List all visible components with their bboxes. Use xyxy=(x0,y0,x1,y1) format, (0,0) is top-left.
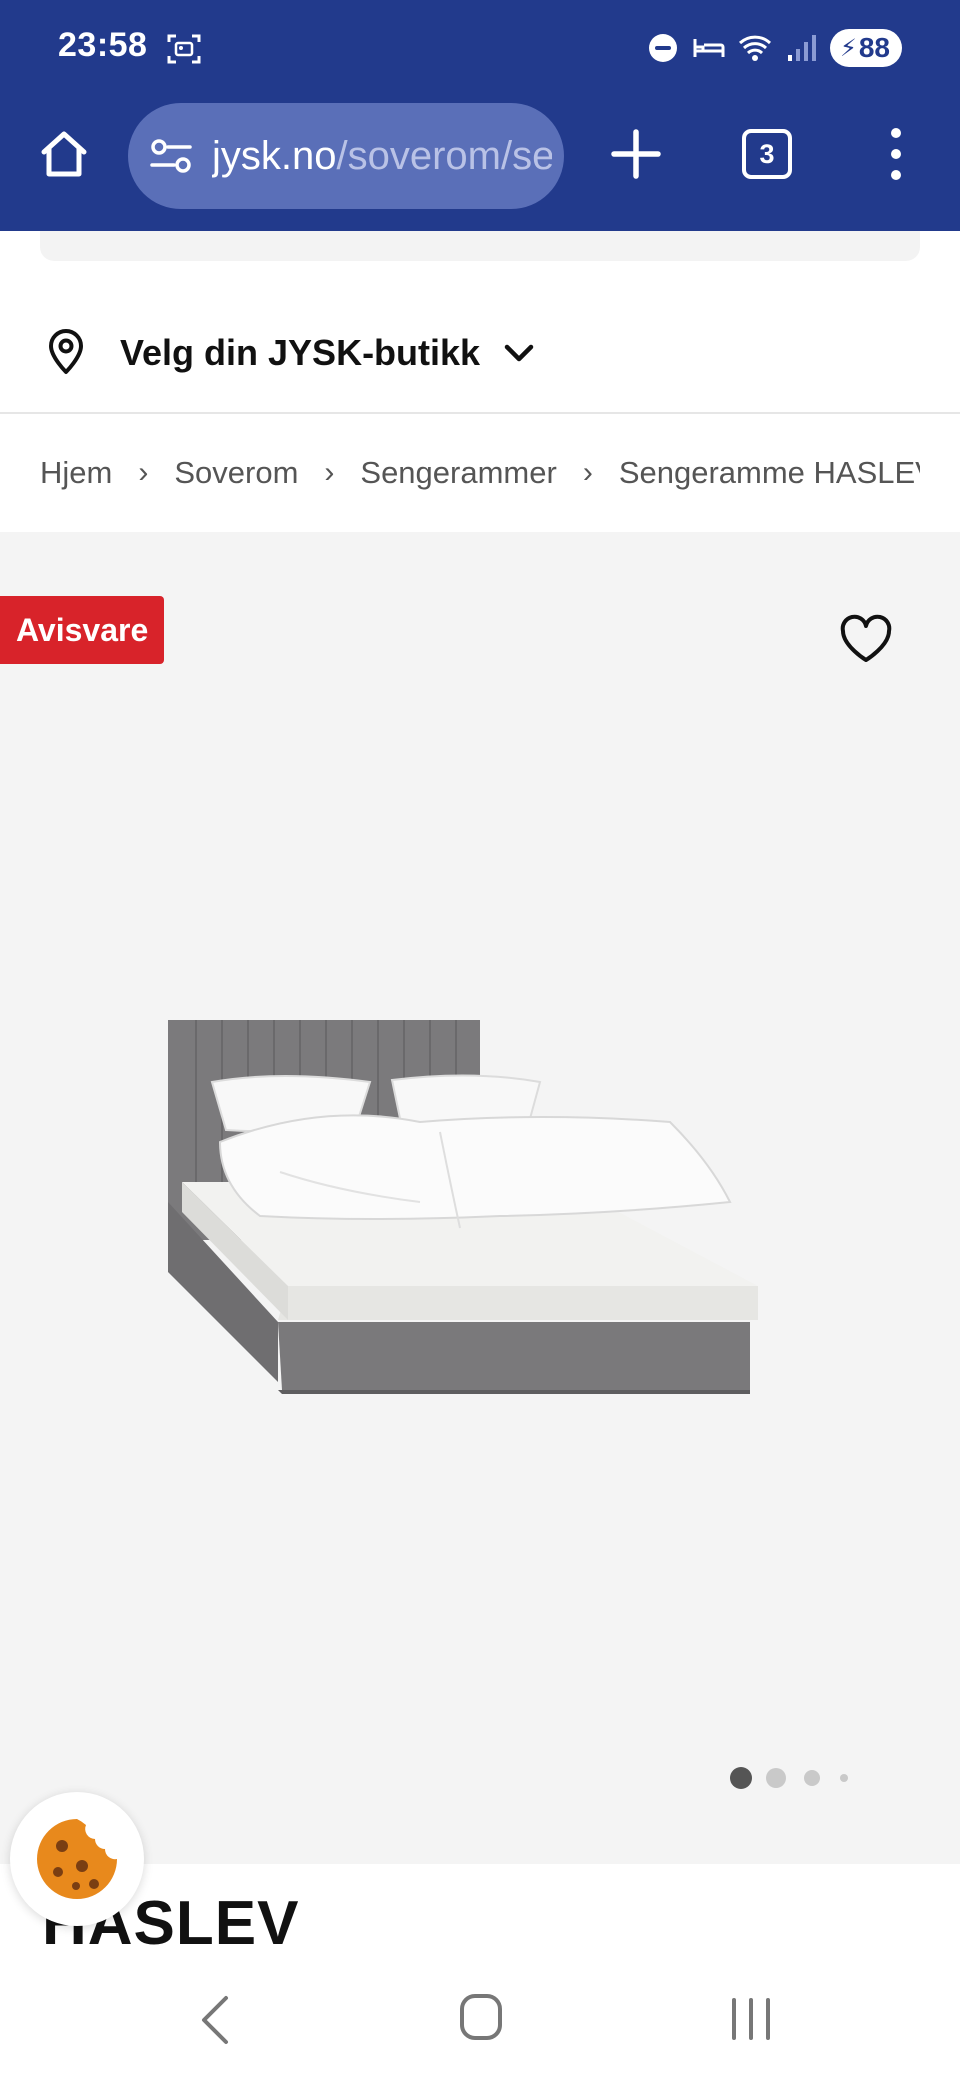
gallery-dot-active[interactable] xyxy=(730,1767,752,1789)
browser-chrome: 23:58 ⚡ 88 jysk.no/soverom/se 3 xyxy=(0,0,960,231)
url-path: /soverom/sengerammer xyxy=(336,134,553,178)
chevron-down-icon[interactable] xyxy=(502,340,536,366)
menu-dot xyxy=(891,170,901,180)
status-icons: ⚡ 88 xyxy=(646,28,902,68)
breadcrumb-item-sengerammer[interactable]: Sengerammer xyxy=(360,455,556,491)
gallery-dot[interactable] xyxy=(840,1774,848,1782)
battery-charging-icon: ⚡ 88 xyxy=(830,29,902,67)
status-time: 23:58 xyxy=(58,26,148,64)
battery-level: 88 xyxy=(858,32,890,63)
gallery-dot[interactable] xyxy=(766,1768,786,1788)
screenshot-icon xyxy=(167,34,201,64)
home-icon xyxy=(41,131,87,177)
cookie-consent-button[interactable] xyxy=(10,1792,144,1926)
product-gallery[interactable]: Avisvare xyxy=(0,532,960,1864)
gallery-pagination[interactable] xyxy=(730,1764,848,1792)
url-bar[interactable]: jysk.no/soverom/sengerammer xyxy=(128,103,564,209)
home-button[interactable] xyxy=(34,124,94,184)
location-pin-icon xyxy=(49,329,83,374)
breadcrumb-separator: › xyxy=(324,456,335,489)
tab-count: 3 xyxy=(759,138,775,169)
cookie-icon xyxy=(37,1819,117,1899)
breadcrumb-separator: › xyxy=(582,456,593,489)
wifi-icon xyxy=(738,35,772,61)
signal-icon xyxy=(788,35,816,61)
do-not-disturb-icon xyxy=(649,34,677,62)
tabs-button[interactable]: 3 xyxy=(742,129,792,179)
new-tab-icon[interactable] xyxy=(608,126,664,182)
url-text[interactable]: jysk.no/soverom/sengerammer xyxy=(212,129,552,183)
home-nav-icon[interactable] xyxy=(458,1992,504,2042)
menu-dot xyxy=(891,149,901,159)
more-menu-icon[interactable] xyxy=(876,126,916,182)
search-bar-remnant xyxy=(40,231,920,261)
site-settings-icon[interactable] xyxy=(150,138,192,174)
recents-icon[interactable] xyxy=(728,1996,774,2042)
menu-dot xyxy=(891,128,901,138)
browser-toolbar: jysk.no/soverom/sengerammer 3 xyxy=(0,100,960,231)
sleep-mode-icon xyxy=(693,39,725,57)
charging-bolt-icon: ⚡ xyxy=(839,34,857,62)
breadcrumb-item-soverom[interactable]: Soverom xyxy=(174,455,298,491)
system-nav-bar xyxy=(0,1960,960,2080)
breadcrumb-item-current: Sengeramme HASLEV xyxy=(618,455,920,490)
status-bar: 23:58 ⚡ 88 xyxy=(0,0,960,100)
avisvare-badge: Avisvare xyxy=(0,596,165,664)
breadcrumb-separator: › xyxy=(138,456,149,489)
url-domain: jysk.no xyxy=(212,134,337,178)
breadcrumb: Hjem › Soverom › Sengerammer › Sengeramm… xyxy=(40,448,920,498)
back-icon[interactable] xyxy=(196,1992,236,2048)
favorite-heart-icon[interactable] xyxy=(838,614,894,666)
store-selector[interactable]: Velg din JYSK-butikk xyxy=(0,296,960,412)
gallery-dot[interactable] xyxy=(804,1770,820,1786)
divider xyxy=(0,412,960,414)
product-image-bed[interactable] xyxy=(160,1012,800,1432)
store-selector-label[interactable]: Velg din JYSK-butikk xyxy=(120,332,480,374)
breadcrumb-item-home[interactable]: Hjem xyxy=(40,455,112,491)
